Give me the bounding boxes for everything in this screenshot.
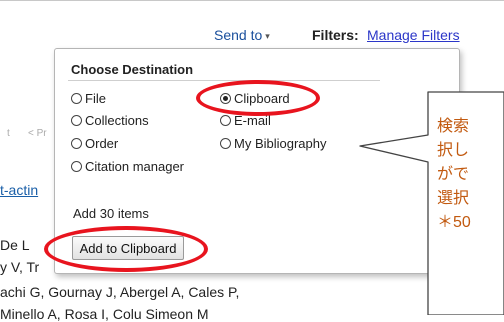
callout-line-1: 検索 bbox=[437, 118, 470, 135]
callout-line-4: 選択 bbox=[437, 190, 470, 207]
callout-line-3: がで bbox=[437, 166, 470, 183]
speech-bubble-callout bbox=[359, 91, 504, 315]
callout-line-5: ＊50 bbox=[437, 214, 471, 231]
callout-line-2: 択し bbox=[437, 142, 470, 159]
speech-bubble-shape bbox=[359, 91, 504, 315]
